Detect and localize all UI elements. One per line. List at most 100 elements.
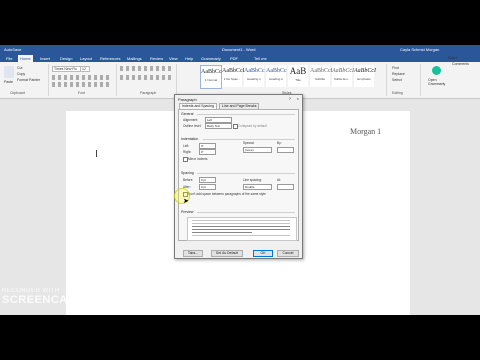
- paste-button[interactable]: Paste: [4, 80, 13, 84]
- style-subtle-emphasis[interactable]: AaBbCcI Subtle Em...: [332, 65, 354, 87]
- style-sample: AaBbCcI: [332, 68, 354, 74]
- tab-insert[interactable]: Insert: [38, 55, 52, 62]
- clipboard-group-label: Clipboard: [10, 91, 25, 95]
- grammarly-icon[interactable]: [432, 66, 441, 75]
- tab-layout[interactable]: Layout: [78, 55, 94, 62]
- style-heading-1[interactable]: AaBbCc Heading 1: [244, 65, 265, 87]
- watermark-brand: SCREENCAST-O-MATIC: [2, 294, 137, 306]
- paragraph-preview: [187, 217, 297, 241]
- tab-view[interactable]: View: [167, 55, 180, 62]
- section-divider: [197, 173, 295, 174]
- section-divider: [203, 139, 295, 140]
- select-button[interactable]: Select: [392, 78, 402, 82]
- style-name: Title: [295, 78, 301, 82]
- comments-button[interactable]: Comments: [452, 62, 469, 66]
- style-name: Heading 1: [247, 77, 261, 81]
- outline-level-label: Outline level:: [183, 124, 202, 128]
- title-bar: AutoSave Document1 - Word Cayla Schmid M…: [0, 45, 480, 54]
- tab-design[interactable]: Design: [58, 55, 74, 62]
- tab-grammarly[interactable]: Grammarly: [199, 55, 223, 62]
- text-cursor: [96, 150, 97, 157]
- section-divider: [197, 212, 295, 213]
- tabs-button[interactable]: Tabs...: [183, 250, 203, 257]
- cut-button[interactable]: Cut: [17, 66, 22, 70]
- font-group-label: Font: [78, 91, 86, 95]
- font-color-buttons[interactable]: [52, 82, 110, 87]
- style-subtitle[interactable]: AaBbCcI Subtitle: [310, 65, 333, 87]
- style-title[interactable]: AaB Title: [288, 65, 308, 87]
- style-sample: AaBbCcI: [354, 68, 376, 74]
- by-label: By:: [277, 141, 282, 145]
- style-name: Subtle Em...: [333, 77, 351, 81]
- dont-add-space-label: Don't add space between paragraphs of th…: [188, 192, 266, 196]
- tell-me-search[interactable]: Tell me: [252, 55, 269, 62]
- font-format-buttons[interactable]: [52, 75, 110, 80]
- tab-home[interactable]: Home: [18, 55, 33, 62]
- cancel-button[interactable]: Cancel: [277, 250, 299, 257]
- at-spinner[interactable]: [277, 184, 294, 190]
- by-spinner[interactable]: [277, 147, 294, 153]
- indentation-heading: Indentation: [181, 137, 199, 141]
- find-button[interactable]: Find: [392, 66, 399, 70]
- user-name[interactable]: Cayla Schmid Morgan: [400, 47, 439, 52]
- style-sample: AaBbCcI: [222, 68, 245, 74]
- replace-button[interactable]: Replace: [392, 72, 405, 76]
- help-icon[interactable]: ?: [289, 96, 291, 101]
- editing-group-label: Editing: [392, 91, 403, 95]
- close-icon[interactable]: ×: [297, 96, 299, 101]
- paragraph-group-label: Paragraph: [140, 91, 157, 95]
- autosave-toggle[interactable]: AutoSave: [4, 47, 21, 52]
- mirror-indents-label: Mirror indents: [188, 157, 208, 161]
- ok-button[interactable]: OK: [253, 250, 273, 257]
- before-spinner[interactable]: 0 pt: [199, 177, 216, 183]
- tab-pdf[interactable]: PDF: [228, 55, 240, 62]
- style-sample: AaBbCcI: [201, 69, 224, 75]
- copy-button[interactable]: Copy: [17, 72, 25, 76]
- style-name: Subtitle: [314, 77, 325, 81]
- paste-icon[interactable]: [4, 66, 14, 78]
- general-heading: General: [181, 112, 194, 116]
- tab-mailings[interactable]: Mailings: [125, 55, 144, 62]
- open-grammarly-button[interactable]: Open Grammarly: [428, 78, 448, 86]
- left-indent-label: Left:: [183, 144, 190, 148]
- tab-review[interactable]: Review: [148, 55, 165, 62]
- section-divider: [197, 114, 295, 115]
- style-no-spacing[interactable]: AaBbCcI 1 No Spac...: [222, 65, 245, 87]
- share-button[interactable]: Share: [448, 56, 457, 60]
- ribbon-divider: [176, 64, 177, 96]
- ribbon-divider: [420, 64, 421, 96]
- special-select[interactable]: (none): [243, 147, 272, 153]
- line-spacing-select[interactable]: Double: [243, 184, 272, 190]
- set-as-default-button[interactable]: Set As Default: [211, 250, 243, 257]
- format-painter-button[interactable]: Format Painter: [17, 78, 40, 82]
- tab-references[interactable]: References: [98, 55, 122, 62]
- window-title: Document1 - Word: [222, 47, 256, 52]
- preview-heading: Preview: [181, 210, 194, 214]
- tab-file[interactable]: File: [4, 55, 14, 62]
- style-name: 1 Normal: [204, 78, 218, 82]
- dialog-title: Paragraph: [178, 97, 197, 102]
- style-emphasis[interactable]: AaBbCcI Emphasis: [354, 65, 376, 87]
- paragraph-list-buttons[interactable]: [120, 66, 172, 71]
- outline-level-select[interactable]: Body Text: [205, 123, 232, 129]
- page-header-text[interactable]: Morgan 1: [350, 127, 381, 136]
- at-label: At:: [277, 178, 281, 182]
- right-indent-spinner[interactable]: 0": [199, 149, 216, 155]
- style-name: 1 No Spac...: [223, 77, 241, 81]
- style-normal[interactable]: AaBbCcI 1 Normal: [200, 65, 224, 89]
- paragraph-align-buttons[interactable]: [120, 75, 172, 80]
- spacing-heading: Spacing: [181, 171, 194, 175]
- tab-help[interactable]: Help: [183, 55, 195, 62]
- paragraph-dialog: Paragraph ? × Indents and Spacing Line a…: [174, 94, 303, 259]
- dialog-panel: General Alignment: Left Outline level: B…: [178, 109, 299, 241]
- font-name-select[interactable]: Times New Ro: [52, 66, 81, 72]
- ribbon-divider: [386, 64, 387, 96]
- ribbon-divider: [116, 64, 117, 96]
- style-heading-2[interactable]: AaBbCc Heading 2: [266, 65, 287, 87]
- style-sample: AaBbCc: [266, 68, 287, 74]
- style-name: Heading 2: [269, 77, 283, 81]
- alignment-label: Alignment:: [183, 118, 199, 122]
- style-sample: AaB: [289, 66, 307, 76]
- font-size-select[interactable]: 12: [80, 66, 90, 72]
- after-spinner[interactable]: 0 pt: [199, 184, 216, 190]
